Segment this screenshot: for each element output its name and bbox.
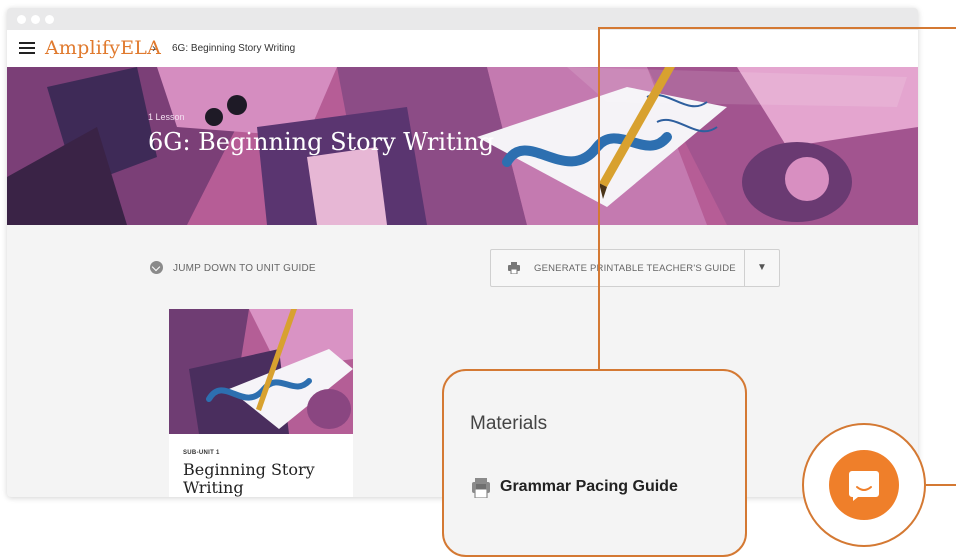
- chat-bubble-icon: [849, 471, 879, 501]
- sub-unit-thumbnail: [169, 309, 353, 434]
- callout-line-top: [598, 27, 956, 29]
- hero-banner: 1 Lesson 6G: Beginning Story Writing: [7, 67, 918, 225]
- menu-icon[interactable]: [19, 42, 35, 54]
- jump-to-unit-guide-link[interactable]: JUMP DOWN TO UNIT GUIDE: [173, 263, 316, 274]
- chat-callout: [802, 423, 926, 547]
- pdf-icon: [472, 478, 490, 498]
- grammar-pacing-guide-link[interactable]: Grammar Pacing Guide: [500, 478, 678, 496]
- generate-teacher-guide-button[interactable]: GENERATE PRINTABLE TEACHER'S GUIDE ▼: [490, 249, 780, 287]
- callout-line-chat: [926, 484, 956, 486]
- top-nav: AmplifyELA › 6G: Beginning Story Writing: [7, 30, 918, 67]
- window-zoom-dot[interactable]: [45, 15, 54, 24]
- dropdown-caret-icon[interactable]: ▼: [757, 262, 767, 273]
- print-icon: [508, 262, 520, 274]
- breadcrumb-current: 6G: Beginning Story Writing: [172, 43, 296, 54]
- split-divider: [744, 250, 745, 286]
- materials-callout: Materials Grammar Pacing Guide: [442, 369, 747, 557]
- callout-line-vertical: [598, 27, 600, 369]
- sub-unit-card[interactable]: SUB-UNIT 1 Beginning Story Writing: [169, 309, 353, 497]
- chevron-right-icon: ›: [152, 41, 156, 55]
- chevron-down-circle-icon[interactable]: [150, 261, 163, 274]
- chat-button[interactable]: [829, 450, 899, 520]
- window-minimize-dot[interactable]: [31, 15, 40, 24]
- materials-heading: Materials: [470, 413, 548, 434]
- card-kicker: SUB-UNIT 1: [183, 450, 220, 456]
- generate-button-label: GENERATE PRINTABLE TEACHER'S GUIDE: [534, 263, 736, 274]
- hero-kicker: 1 Lesson: [148, 112, 185, 122]
- page-title: 6G: Beginning Story Writing: [148, 128, 495, 156]
- brand-logo[interactable]: AmplifyELA: [45, 37, 161, 59]
- card-title: Beginning Story Writing: [183, 460, 315, 497]
- window-close-dot[interactable]: [17, 15, 26, 24]
